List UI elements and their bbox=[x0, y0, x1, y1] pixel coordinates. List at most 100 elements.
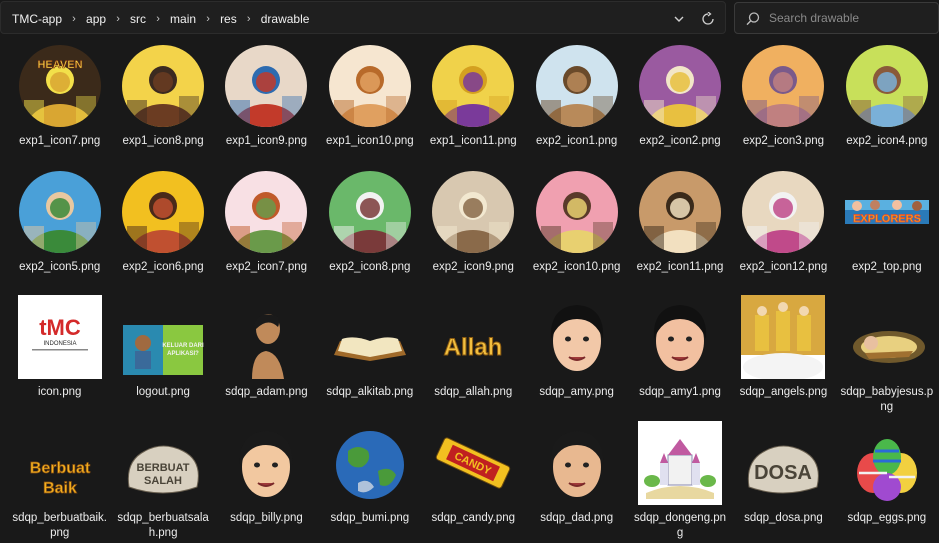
breadcrumb: TMC-app › app › src › main › res › drawable bbox=[10, 2, 311, 35]
svg-text:SALAH: SALAH bbox=[144, 475, 182, 487]
file-thumbnail bbox=[224, 421, 308, 505]
chevron-right-icon[interactable]: › bbox=[108, 13, 128, 25]
svg-text:tMC: tMC bbox=[39, 315, 81, 340]
svg-text:HEAVEN: HEAVEN bbox=[37, 59, 82, 71]
file-item[interactable]: EXPLORERS exp2_top.png bbox=[835, 166, 938, 292]
file-item[interactable]: exp2_icon9.png bbox=[422, 166, 525, 292]
file-name: sdqp_alkitab.png bbox=[326, 386, 414, 398]
file-name: sdqp_amy1.png bbox=[639, 386, 721, 398]
file-item[interactable]: exp2_icon3.png bbox=[732, 40, 835, 166]
file-name: exp2_top.png bbox=[851, 260, 922, 273]
file-item[interactable]: exp2_icon8.png bbox=[318, 166, 421, 292]
file-thumbnail bbox=[328, 44, 412, 128]
file-item[interactable]: CANDY sdqp_candy.png bbox=[422, 417, 525, 543]
file-thumbnail bbox=[845, 421, 929, 505]
file-name: sdqp_babyjesus.png bbox=[840, 386, 934, 413]
search-box[interactable] bbox=[734, 2, 939, 34]
file-thumbnail: HEAVEN bbox=[18, 44, 102, 128]
breadcrumb-item[interactable]: src bbox=[128, 12, 148, 26]
breadcrumb-item[interactable]: drawable bbox=[259, 12, 312, 26]
file-item[interactable]: Berbuat Baik sdqp_berbuatbaik.png bbox=[8, 417, 111, 543]
file-item[interactable]: exp2_icon12.png bbox=[732, 166, 835, 292]
chevron-right-icon[interactable]: › bbox=[64, 13, 84, 25]
file-item[interactable]: exp1_icon10.png bbox=[318, 40, 421, 166]
file-item[interactable]: exp2_icon2.png bbox=[628, 40, 731, 166]
svg-text:Berbuat: Berbuat bbox=[29, 460, 90, 477]
file-name: exp2_icon12.png bbox=[739, 260, 828, 273]
file-thumbnail bbox=[845, 44, 929, 128]
svg-text:EXPLORERS: EXPLORERS bbox=[853, 213, 921, 225]
file-thumbnail bbox=[845, 295, 929, 379]
file-item[interactable]: sdqp_angels.png bbox=[732, 291, 835, 417]
chevron-right-icon[interactable]: › bbox=[148, 13, 168, 25]
file-name: exp1_icon9.png bbox=[225, 135, 308, 147]
breadcrumb-item[interactable]: res bbox=[218, 12, 239, 26]
file-item[interactable]: Allah sdqp_allah.png bbox=[422, 291, 525, 417]
file-name: sdqp_dosa.png bbox=[744, 511, 823, 524]
file-thumbnail bbox=[328, 170, 412, 254]
file-item[interactable]: sdqp_dongeng.png bbox=[628, 417, 731, 543]
file-name: exp2_icon9.png bbox=[432, 260, 514, 273]
file-item[interactable]: sdqp_alkitab.png bbox=[318, 291, 421, 417]
file-thumbnail bbox=[224, 170, 308, 254]
file-item[interactable]: sdqp_amy1.png bbox=[628, 291, 731, 417]
breadcrumb-item[interactable]: TMC-app bbox=[10, 12, 64, 26]
top-bar: TMC-app › app › src › main › res › drawable bbox=[0, 0, 939, 36]
file-item[interactable]: exp1_icon11.png bbox=[422, 40, 525, 166]
file-name: exp1_icon11.png bbox=[429, 135, 517, 147]
file-name: sdqp_bumi.png bbox=[330, 511, 410, 524]
file-thumbnail bbox=[535, 44, 619, 128]
file-thumbnail bbox=[741, 44, 825, 128]
file-item[interactable]: exp2_icon1.png bbox=[525, 40, 628, 166]
file-name: exp2_icon6.png bbox=[122, 260, 204, 273]
file-item[interactable]: BERBUAT SALAH sdqp_berbuatsalah.png bbox=[111, 417, 214, 543]
svg-text:DOSA: DOSA bbox=[755, 462, 813, 484]
file-item[interactable]: exp2_icon5.png bbox=[8, 166, 111, 292]
file-item[interactable]: tMC INDONESIA icon.png bbox=[8, 291, 111, 417]
file-thumbnail: CANDY bbox=[431, 421, 515, 505]
breadcrumb-item[interactable]: app bbox=[84, 12, 108, 26]
file-name: sdqp_dad.png bbox=[540, 511, 614, 524]
file-thumbnail bbox=[431, 44, 515, 128]
search-icon bbox=[745, 11, 761, 27]
file-thumbnail: tMC INDONESIA bbox=[17, 295, 102, 379]
file-thumbnail bbox=[18, 170, 102, 254]
file-thumbnail bbox=[535, 170, 619, 254]
file-item[interactable]: DOSA sdqp_dosa.png bbox=[732, 417, 835, 543]
address-bar[interactable]: TMC-app › app › src › main › res › drawable bbox=[0, 1, 726, 34]
file-item[interactable]: sdqp_billy.png bbox=[215, 417, 318, 543]
breadcrumb-item[interactable]: main bbox=[168, 12, 198, 26]
file-name: exp2_icon3.png bbox=[742, 135, 825, 147]
file-item[interactable]: sdqp_babyjesus.png bbox=[835, 291, 938, 417]
file-thumbnail bbox=[328, 421, 412, 505]
file-item[interactable]: sdqp_dad.png bbox=[525, 417, 628, 543]
file-item[interactable]: exp2_icon11.png bbox=[628, 166, 731, 292]
chevron-right-icon[interactable]: › bbox=[239, 13, 259, 25]
svg-text:APLIKASI?: APLIKASI? bbox=[167, 351, 199, 357]
file-item[interactable]: sdqp_amy.png bbox=[525, 291, 628, 417]
file-item[interactable]: sdqp_adam.png bbox=[215, 291, 318, 417]
file-name: sdqp_berbuatsalah.png bbox=[117, 511, 209, 539]
file-item[interactable]: sdqp_bumi.png bbox=[318, 417, 421, 543]
svg-text:Baik: Baik bbox=[43, 480, 77, 497]
search-input[interactable] bbox=[769, 3, 929, 33]
file-item[interactable]: exp2_icon6.png bbox=[111, 166, 214, 292]
file-thumbnail: Berbuat Baik bbox=[18, 421, 102, 505]
file-name: exp2_icon4.png bbox=[846, 135, 928, 147]
file-name: sdqp_amy.png bbox=[539, 386, 614, 398]
file-item[interactable]: HEAVEN exp1_icon7.png bbox=[8, 40, 111, 166]
file-name: sdqp_candy.png bbox=[431, 511, 516, 524]
refresh-icon[interactable] bbox=[697, 8, 719, 30]
file-item[interactable]: exp2_icon10.png bbox=[525, 166, 628, 292]
file-thumbnail bbox=[741, 170, 825, 254]
file-item[interactable]: sdqp_eggs.png bbox=[835, 417, 938, 543]
file-item[interactable]: exp1_icon8.png bbox=[111, 40, 214, 166]
file-item[interactable]: KELUAR DARI APLIKASI? logout.png bbox=[111, 291, 214, 417]
file-item[interactable]: exp2_icon4.png bbox=[835, 40, 938, 166]
chevron-right-icon[interactable]: › bbox=[198, 13, 218, 25]
chevron-down-icon[interactable] bbox=[668, 8, 690, 30]
file-grid: HEAVEN exp1_icon7.png exp1_icon8.png exp… bbox=[0, 40, 939, 543]
file-item[interactable]: exp2_icon7.png bbox=[215, 166, 318, 292]
file-name: icon.png bbox=[37, 386, 82, 398]
file-item[interactable]: exp1_icon9.png bbox=[215, 40, 318, 166]
